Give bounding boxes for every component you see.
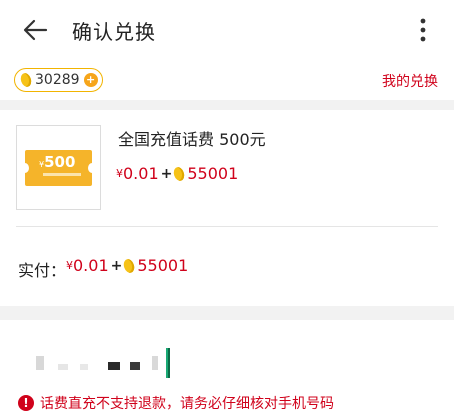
obscured-digit — [36, 356, 44, 370]
alert-circle-icon: ! — [18, 395, 34, 411]
product-price: ¥ 0.01 + 55001 — [116, 164, 238, 183]
product-name: 全国充值话费 500元 — [118, 130, 266, 149]
bean-icon — [122, 257, 137, 274]
refund-warning: ! 话费直充不支持退款，请务必仔细核对手机号码 — [18, 393, 334, 413]
my-exchange-link[interactable]: 我的兑换 — [382, 71, 438, 91]
obscured-digit — [130, 362, 140, 370]
arrow-left-icon[interactable] — [22, 17, 48, 43]
bean-icon — [19, 71, 33, 89]
cash-price: 0.01 — [73, 256, 109, 275]
warning-text: 话费直充不支持退款，请务必仔细核对手机号码 — [40, 396, 334, 412]
more-vertical-icon[interactable] — [416, 17, 430, 43]
cash-price: 0.01 — [123, 164, 159, 183]
page-title: 确认兑换 — [72, 20, 156, 44]
order-card: ¥500 全国充值话费 500元 ¥ 0.01 + 55001 实付： ¥ 0.… — [0, 110, 454, 306]
plus-circle-icon[interactable]: + — [83, 73, 98, 87]
voucher-amount: 500 — [44, 153, 76, 171]
points-bar: 30289 + 我的兑换 — [0, 60, 454, 100]
points-price: 55001 — [187, 164, 239, 183]
points-balance-chip[interactable]: 30289 + — [14, 68, 103, 92]
obscured-digit — [80, 364, 88, 370]
obscured-digit — [152, 356, 158, 370]
currency-symbol: ¥ — [116, 167, 123, 180]
app-bar: 确认兑换 — [0, 0, 454, 60]
product-thumbnail: ¥500 — [16, 125, 101, 210]
points-balance: 30289 — [35, 72, 80, 88]
obscured-digit — [108, 362, 120, 370]
points-price: 55001 — [137, 256, 189, 275]
actual-payment-price: ¥ 0.01 + 55001 — [66, 256, 188, 275]
plus-sign: + — [110, 257, 123, 274]
actual-payment-label: 实付： — [18, 261, 67, 280]
text-cursor — [166, 348, 170, 378]
bean-icon — [172, 165, 187, 182]
voucher-subtext — [43, 173, 81, 176]
phone-input-section: ! 话费直充不支持退款，请务必仔细核对手机号码 — [0, 320, 454, 420]
obscured-digit — [58, 364, 68, 370]
divider — [16, 226, 438, 227]
plus-sign: + — [160, 165, 173, 182]
voucher-image: ¥500 — [21, 150, 96, 186]
currency-symbol: ¥ — [66, 259, 73, 272]
